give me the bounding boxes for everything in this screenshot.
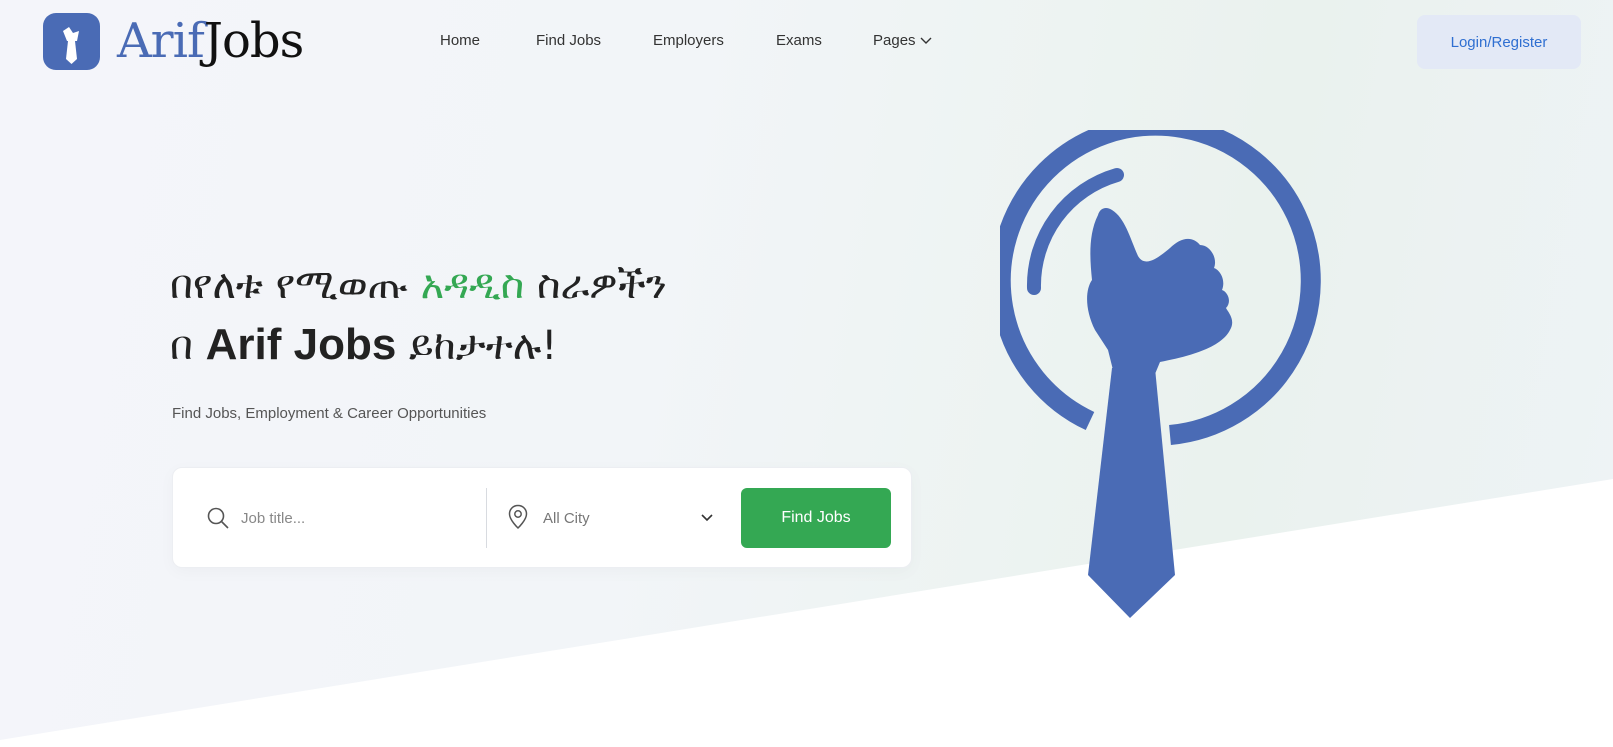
chevron-down-icon bbox=[701, 514, 713, 522]
job-title-input[interactable] bbox=[241, 498, 461, 538]
location-pin-icon bbox=[508, 504, 528, 530]
login-register-button[interactable]: Login/Register bbox=[1417, 15, 1581, 69]
hero-line2-text-a: በ bbox=[170, 323, 206, 369]
thumbs-up-tie-icon bbox=[1000, 130, 1321, 618]
nav-home[interactable]: Home bbox=[440, 32, 480, 49]
nav-employers[interactable]: Employers bbox=[653, 32, 724, 49]
chevron-down-icon bbox=[920, 37, 932, 45]
hero-headline-line1: በየለቱ የሚወጡ አዳዲስ ስራዎችን bbox=[170, 262, 667, 308]
hero-line1-text-a: በየለቱ የሚወጡ bbox=[170, 262, 421, 308]
job-search-form: All City Find Jobs bbox=[172, 467, 912, 568]
nav-pages-label: Pages bbox=[873, 32, 916, 49]
hero-line2-text-b: ይከታተሉ! bbox=[396, 323, 558, 369]
nav-find-jobs[interactable]: Find Jobs bbox=[536, 32, 601, 49]
nav-pages[interactable]: Pages bbox=[873, 32, 932, 49]
hero-line2-brand: Arif Jobs bbox=[205, 320, 397, 369]
search-icon bbox=[207, 507, 229, 529]
hero-headline-line2: በ Arif Jobs ይከታተሉ! bbox=[170, 320, 557, 370]
city-select-value: All City bbox=[543, 509, 590, 527]
nav-exams[interactable]: Exams bbox=[776, 32, 822, 49]
hero-line1-highlight: አዳዲስ bbox=[420, 262, 525, 308]
city-select[interactable]: All City bbox=[543, 498, 713, 538]
hero-line1-text-b: ስራዎችን bbox=[524, 262, 667, 308]
find-jobs-button[interactable]: Find Jobs bbox=[741, 488, 891, 548]
search-divider bbox=[486, 488, 487, 548]
background-wedge bbox=[0, 479, 1613, 747]
hero-subtitle: Find Jobs, Employment & Career Opportuni… bbox=[172, 405, 487, 422]
main-nav: Home Find Jobs Employers Exams Pages bbox=[0, 32, 1613, 54]
